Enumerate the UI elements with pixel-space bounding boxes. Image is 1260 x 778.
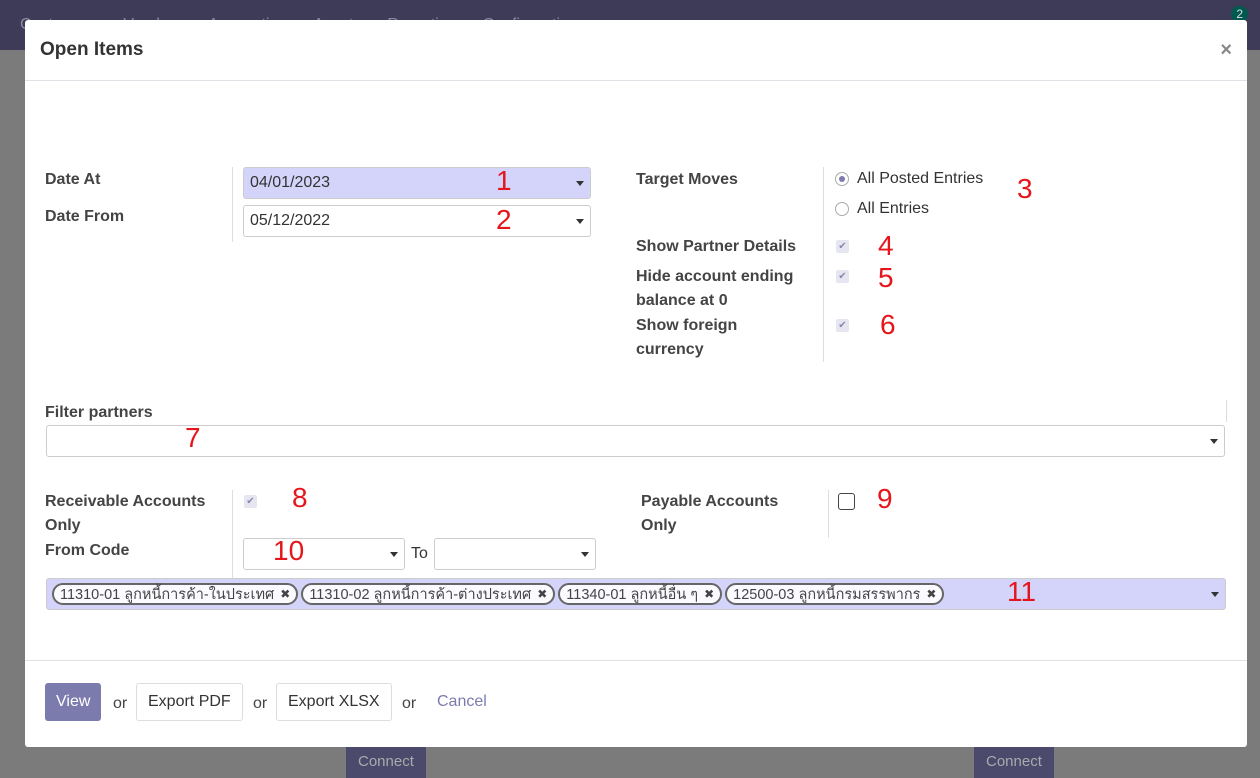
date-from-value: 05/12/2022 (250, 212, 331, 229)
to-code-input[interactable] (434, 538, 596, 570)
to-label: To (411, 545, 428, 562)
cancel-button[interactable]: Cancel (426, 683, 498, 721)
annotation-11: 11 (1007, 576, 1037, 607)
caret-down-icon (390, 552, 398, 557)
or-text: or (113, 695, 128, 712)
account-tag: 11310-02 ลูกหนี้การค้า-ต่างประเทศ ✖ (301, 583, 556, 605)
remove-tag-icon[interactable]: ✖ (926, 587, 936, 601)
filter-partners-label: Filter partners (45, 404, 153, 421)
hide-zero-label: Hide account ending balance at 0 (636, 268, 794, 309)
account-tag: 11310-01 ลูกหนี้การค้า-ในประเทศ ✖ (52, 583, 299, 605)
bg-connect-button: Connect (346, 745, 426, 778)
hide-zero-checkbox[interactable]: ✔ (836, 270, 849, 283)
from-code-label: From Code (45, 542, 130, 559)
show-partner-details-checkbox[interactable]: ✔ (836, 240, 849, 253)
date-from-label: Date From (45, 208, 125, 225)
date-at-value: 04/01/2023 (250, 174, 331, 191)
annotation-9: 9 (877, 483, 893, 514)
filter-partners-input[interactable] (46, 425, 1225, 457)
caret-down-icon (1210, 439, 1218, 444)
annotation-2: 2 (496, 204, 512, 235)
dialog-title: Open Items (40, 39, 144, 60)
open-items-dialog: Open Items × Date At Date From 04/01/202… (25, 20, 1247, 747)
remove-tag-icon[interactable]: ✖ (704, 587, 714, 601)
account-tag-label: 11340-01 ลูกหนี้อื่น ๆ (566, 586, 699, 603)
dialog-footer: View or Export PDF or Export XLSX or Can… (25, 660, 1247, 747)
caret-down-icon (1211, 592, 1219, 597)
bg-connect-button-2: Connect (974, 745, 1054, 778)
receivable-only-label: Receivable Accounts Only (45, 493, 206, 534)
show-foreign-checkbox[interactable]: ✔ (836, 319, 849, 332)
account-tag-label: 11310-01 ลูกหนี้การค้า-ในประเทศ (60, 586, 275, 603)
payable-only-label: Payable Accounts Only (641, 493, 779, 534)
annotation-4: 4 (878, 230, 894, 261)
account-tag: 12500-03 ลูกหนี้กรมสรรพากร ✖ (725, 583, 945, 605)
accounts-tag-input[interactable]: 11310-01 ลูกหนี้การค้า-ในประเทศ ✖ 11310-0… (46, 578, 1226, 610)
export-pdf-button[interactable]: Export PDF (136, 683, 243, 721)
annotation-6: 6 (880, 309, 896, 340)
annotation-10: 10 (273, 535, 305, 566)
annotation-3: 3 (1017, 173, 1033, 204)
receivable-only-checkbox[interactable]: ✔ (244, 495, 257, 508)
annotation-5: 5 (878, 262, 894, 293)
annotation-7: 7 (185, 422, 201, 453)
remove-tag-icon[interactable]: ✖ (537, 587, 547, 601)
radio-all-entries[interactable] (835, 202, 849, 216)
account-tag: 11340-01 ลูกหนี้อื่น ๆ ✖ (558, 583, 723, 605)
payable-only-checkbox[interactable] (838, 493, 855, 510)
export-xlsx-button[interactable]: Export XLSX (276, 683, 392, 721)
radio-all-posted[interactable] (835, 172, 849, 186)
caret-down-icon (581, 552, 589, 557)
date-from-input[interactable]: 05/12/2022 (243, 205, 591, 237)
show-foreign-label: Show foreign currency (636, 317, 738, 358)
or-text: or (253, 695, 268, 712)
option-all-entries-label[interactable]: All Entries (857, 200, 929, 218)
caret-down-icon (576, 181, 584, 186)
account-tag-label: 11310-02 ลูกหนี้การค้า-ต่างประเทศ (309, 586, 532, 603)
option-all-posted-label[interactable]: All Posted Entries (857, 170, 983, 188)
date-at-input[interactable]: 04/01/2023 (243, 167, 591, 199)
account-tag-label: 12500-03 ลูกหนี้กรมสรรพากร (733, 586, 921, 603)
from-code-input[interactable] (243, 538, 405, 570)
remove-tag-icon[interactable]: ✖ (280, 587, 290, 601)
show-partner-details-label: Show Partner Details (636, 238, 797, 255)
target-moves-label: Target Moves (636, 171, 738, 188)
or-text: or (402, 695, 417, 712)
close-icon[interactable]: × (1220, 39, 1232, 62)
caret-down-icon (576, 219, 584, 224)
view-button[interactable]: View (45, 683, 102, 721)
annotation-8: 8 (292, 482, 308, 513)
date-at-label: Date At (45, 171, 101, 188)
annotation-1: 1 (496, 165, 512, 196)
